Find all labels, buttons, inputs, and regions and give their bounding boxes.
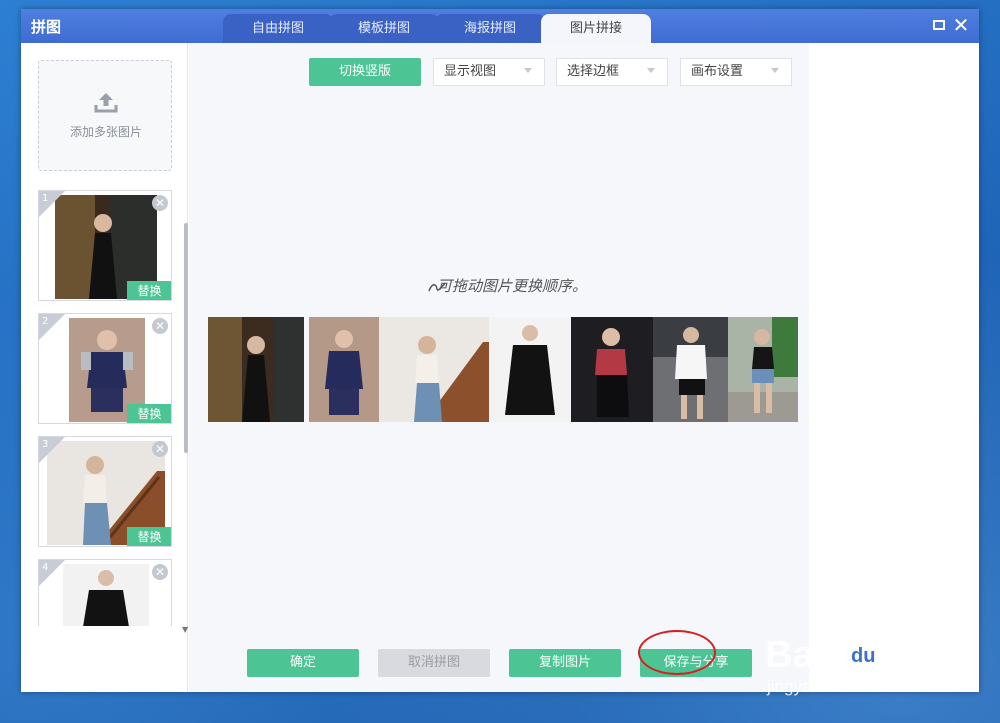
- replace-button[interactable]: 替换: [127, 527, 171, 546]
- list-item[interactable]: 2 ✕ 替换: [38, 313, 172, 424]
- maximize-icon[interactable]: [930, 16, 948, 34]
- baidu-jingyan-watermark: Bai du 经验 jingyan.baidu.com: [765, 617, 949, 696]
- upload-icon: [94, 93, 118, 113]
- stitched-photo[interactable]: [728, 317, 798, 422]
- highlight-annotation-ring: [638, 630, 716, 675]
- view-mode-dropdown[interactable]: 显示视图: [433, 58, 545, 86]
- stitched-photo[interactable]: [653, 317, 728, 422]
- stitched-photo[interactable]: [489, 317, 571, 422]
- confirm-button[interactable]: 确定: [247, 649, 359, 677]
- stitched-image-strip[interactable]: [208, 317, 798, 422]
- svg-text:经验: 经验: [885, 637, 949, 675]
- thumbnail-image: [63, 564, 149, 626]
- stitched-photo[interactable]: [208, 317, 304, 422]
- add-images-button[interactable]: 添加多张图片: [38, 60, 172, 171]
- sidebar-scrollbar[interactable]: [184, 223, 188, 453]
- tab-template-collage[interactable]: 模板拼图: [329, 14, 439, 43]
- stitched-photo[interactable]: [571, 317, 653, 422]
- app-title: 拼图: [31, 18, 62, 36]
- svg-text:Bai: Bai: [765, 634, 824, 676]
- remove-icon[interactable]: ✕: [152, 318, 168, 334]
- collage-window: 拼图 自由拼图 模板拼图 海报拼图 图片拼接 ✕ 添加多张图片 1 ✕ 替换 2…: [21, 9, 979, 692]
- canvas-settings-label: 画布设置: [691, 64, 744, 79]
- item-number: 2: [42, 316, 49, 327]
- tab-free-collage[interactable]: 自由拼图: [223, 14, 333, 43]
- drag-hint-text: 可拖动图片更换顺序。: [437, 277, 588, 295]
- item-number: 1: [42, 193, 49, 204]
- scroll-down-arrow[interactable]: ▼: [182, 625, 188, 634]
- close-icon[interactable]: ✕: [952, 15, 970, 35]
- border-dropdown[interactable]: 选择边框: [556, 58, 668, 86]
- canvas-settings-dropdown[interactable]: 画布设置: [680, 58, 792, 86]
- image-list-sidebar: 添加多张图片 1 ✕ 替换 2 ✕ 替换 3 ✕ 替换 4 ✕ ▼: [21, 43, 188, 692]
- stitched-photo[interactable]: [379, 317, 489, 422]
- remove-icon[interactable]: ✕: [152, 564, 168, 580]
- copy-image-button[interactable]: 复制图片: [509, 649, 621, 677]
- svg-text:du: du: [851, 645, 875, 667]
- chevron-down-icon: [524, 68, 532, 73]
- stitch-canvas-area: 切换竖版 显示视图 选择边框 画布设置 可拖动图片更换顺序。 确定 取消拼图 复…: [189, 43, 809, 692]
- list-item[interactable]: 1 ✕ 替换: [38, 190, 172, 301]
- chevron-down-icon: [771, 68, 779, 73]
- add-images-label: 添加多张图片: [69, 125, 142, 139]
- list-item[interactable]: 3 ✕ 替换: [38, 436, 172, 547]
- border-label: 选择边框: [567, 64, 620, 79]
- remove-icon[interactable]: ✕: [152, 441, 168, 457]
- tab-image-stitch[interactable]: 图片拼接: [541, 14, 651, 43]
- tab-poster-collage[interactable]: 海报拼图: [435, 14, 545, 43]
- chevron-down-icon: [647, 68, 655, 73]
- view-mode-label: 显示视图: [444, 64, 497, 79]
- item-number: 3: [42, 439, 49, 450]
- item-number: 4: [42, 562, 49, 573]
- stitched-photo[interactable]: [309, 317, 379, 422]
- cancel-collage-button[interactable]: 取消拼图: [378, 649, 490, 677]
- svg-text:jingyan.baidu.com: jingyan.baidu.com: [766, 677, 904, 696]
- title-bar: 拼图 自由拼图 模板拼图 海报拼图 图片拼接 ✕: [21, 9, 979, 43]
- remove-icon[interactable]: ✕: [152, 195, 168, 211]
- switch-vertical-button[interactable]: 切换竖版: [309, 58, 421, 86]
- right-blank-pane: [809, 43, 979, 692]
- replace-button[interactable]: 替换: [127, 281, 171, 300]
- list-item[interactable]: 4 ✕: [38, 559, 172, 626]
- replace-button[interactable]: 替换: [127, 404, 171, 423]
